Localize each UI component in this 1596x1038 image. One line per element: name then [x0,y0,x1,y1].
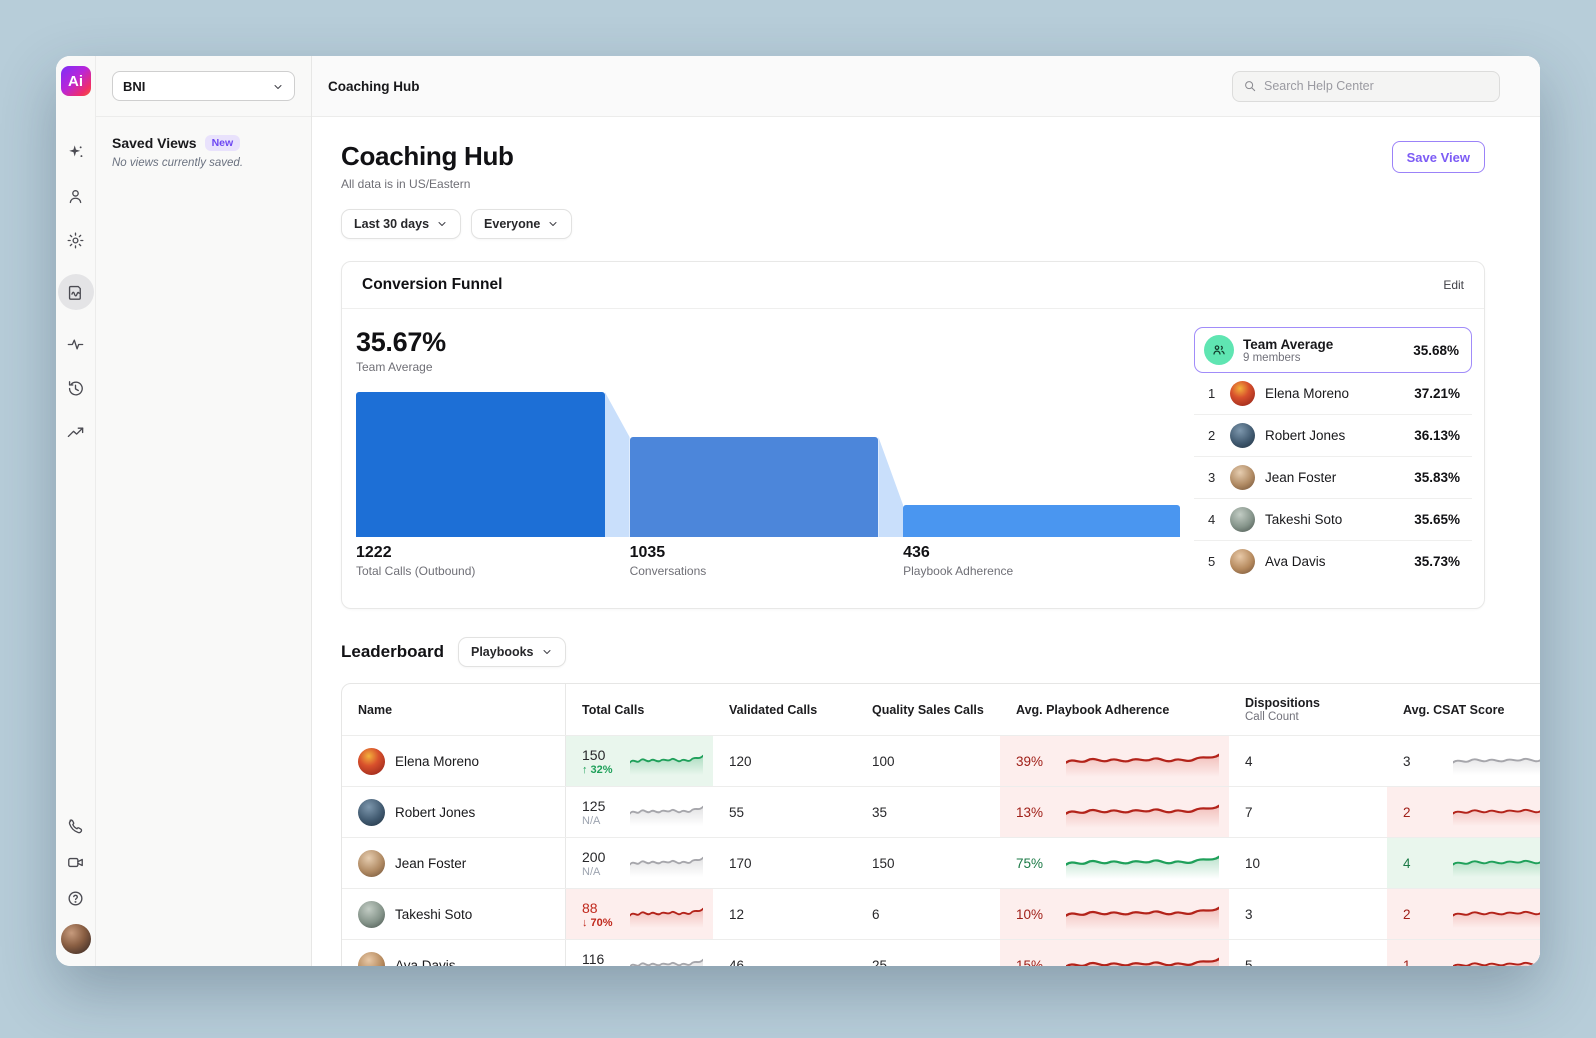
table-row[interactable]: Takeshi Soto 88↓ 70% 12 6 10% 3 2 [342,889,1540,940]
sidebar: BNI Saved Views New No views currently s… [96,56,312,966]
avatar [358,850,385,877]
date-range-filter[interactable]: Last 30 days [341,209,461,239]
trend-sparkline [1453,799,1540,826]
trend-sparkline [1453,952,1540,967]
trend-sparkline [1066,950,1219,967]
workspace-name: BNI [123,79,145,94]
funnel-connector [878,392,903,537]
col-csat: Avg. CSAT Score [1387,684,1540,735]
trend-sparkline [1453,901,1540,928]
adherence-ranking-list: Team Average 9 members 35.68% 1 Elena Mo… [1194,327,1472,579]
rank-row[interactable]: 5 Ava Davis 35.73% [1194,541,1472,579]
rank-row[interactable]: 4 Takeshi Soto 35.65% [1194,499,1472,541]
table-row[interactable]: Jean Foster 200N/A 170 150 75% 10 4 [342,838,1540,889]
trending-up-icon[interactable] [66,422,86,442]
chevron-down-icon [547,218,559,230]
funnel-chart [356,392,1180,537]
conversion-funnel-card: Conversion Funnel Edit 35.67% Team Avera… [341,261,1485,609]
avatar [358,748,385,775]
avatar [358,901,385,928]
avatar [1230,381,1255,406]
trend-sparkline [1066,899,1219,930]
help-search-input[interactable]: Search Help Center [1232,71,1500,102]
avatar [1230,465,1255,490]
funnel-label-3: 436 Playbook Adherence [903,544,1013,578]
trend-sparkline [630,952,703,967]
trend-sparkline [1453,850,1540,877]
chevron-down-icon [272,80,284,92]
rank-row[interactable]: 2 Robert Jones 36.13% [1194,415,1472,457]
trend-sparkline [1066,746,1219,777]
saved-views-empty-text: No views currently saved. [112,157,295,169]
sparkles-icon[interactable] [66,142,86,162]
user-avatar[interactable] [61,924,91,954]
person-icon[interactable] [66,186,86,206]
search-icon [1243,79,1257,93]
table-row[interactable]: Elena Moreno 150↑ 32% 120 100 39% 4 3 [342,736,1540,787]
trend-sparkline [630,799,703,826]
team-average-value: 35.67% [356,327,1180,358]
topbar: Coaching Hub Search Help Center [312,56,1540,117]
chevron-down-icon [541,646,553,658]
rank-row[interactable]: 3 Jean Foster 35.83% [1194,457,1472,499]
audience-filter[interactable]: Everyone [471,209,572,239]
funnel-label-1: 1222 Total Calls (Outbound) [356,544,475,578]
funnel-stage-1[interactable] [356,392,605,537]
card-title: Conversion Funnel [362,276,502,294]
new-badge: New [205,135,241,151]
app-window: Ai [56,56,1540,966]
trend-sparkline [1066,797,1219,828]
team-average-row[interactable]: Team Average 9 members 35.68% [1194,327,1472,373]
team-average-label: Team Average [356,360,1180,374]
settings-gear-icon[interactable] [66,230,86,250]
avatar [1230,549,1255,574]
table-header-row: Name Total Calls Validated Calls Quality… [342,684,1540,736]
col-validated-calls: Validated Calls [713,684,856,735]
save-view-button[interactable]: Save View [1392,141,1485,173]
icon-rail: Ai [56,56,96,966]
funnel-label-2: 1035 Conversations [630,544,707,578]
topbar-title: Coaching Hub [328,79,420,94]
workspace-select[interactable]: BNI [112,71,295,101]
avatar [358,799,385,826]
col-dispositions: DispositionsCall Count [1229,684,1387,735]
help-icon[interactable] [66,888,86,908]
rank-row[interactable]: 1 Elena Moreno 37.21% [1194,373,1472,415]
edit-link[interactable]: Edit [1443,278,1464,292]
activity-icon[interactable] [66,334,86,354]
table-row[interactable]: Ava Davis 116N/A 46 25 15% 5 1 [342,940,1540,966]
funnel-stage-2[interactable] [630,437,879,537]
page-title: Coaching Hub [341,141,514,172]
trend-sparkline [630,748,703,775]
col-adherence: Avg. Playbook Adherence [1000,684,1229,735]
funnel-stage-3[interactable] [903,505,1180,537]
coaching-hub-icon[interactable] [58,274,94,310]
video-icon[interactable] [66,852,86,872]
main-content: Coaching Hub All data is in US/Eastern S… [312,117,1540,966]
avatar [1230,423,1255,448]
col-name: Name [342,684,566,735]
playbooks-filter[interactable]: Playbooks [458,637,566,667]
timezone-note: All data is in US/Eastern [341,177,514,191]
saved-views-title: Saved Views [112,135,197,151]
trend-sparkline [1453,748,1540,775]
leaderboard-title: Leaderboard [341,642,444,662]
app-logo[interactable]: Ai [61,66,91,96]
chevron-down-icon [436,218,448,230]
trend-sparkline [630,901,703,928]
search-placeholder: Search Help Center [1264,79,1374,93]
trend-sparkline [1066,848,1219,879]
col-quality-calls: Quality Sales Calls [856,684,1000,735]
trend-sparkline [630,850,703,877]
table-row[interactable]: Robert Jones 125N/A 55 35 13% 7 2 [342,787,1540,838]
funnel-connector [605,392,630,537]
leaderboard-table: Name Total Calls Validated Calls Quality… [341,683,1540,966]
team-icon [1204,335,1234,365]
avatar [1230,507,1255,532]
avatar [358,952,385,967]
col-total-calls: Total Calls [566,684,713,735]
history-icon[interactable] [66,378,86,398]
phone-icon[interactable] [66,816,86,836]
